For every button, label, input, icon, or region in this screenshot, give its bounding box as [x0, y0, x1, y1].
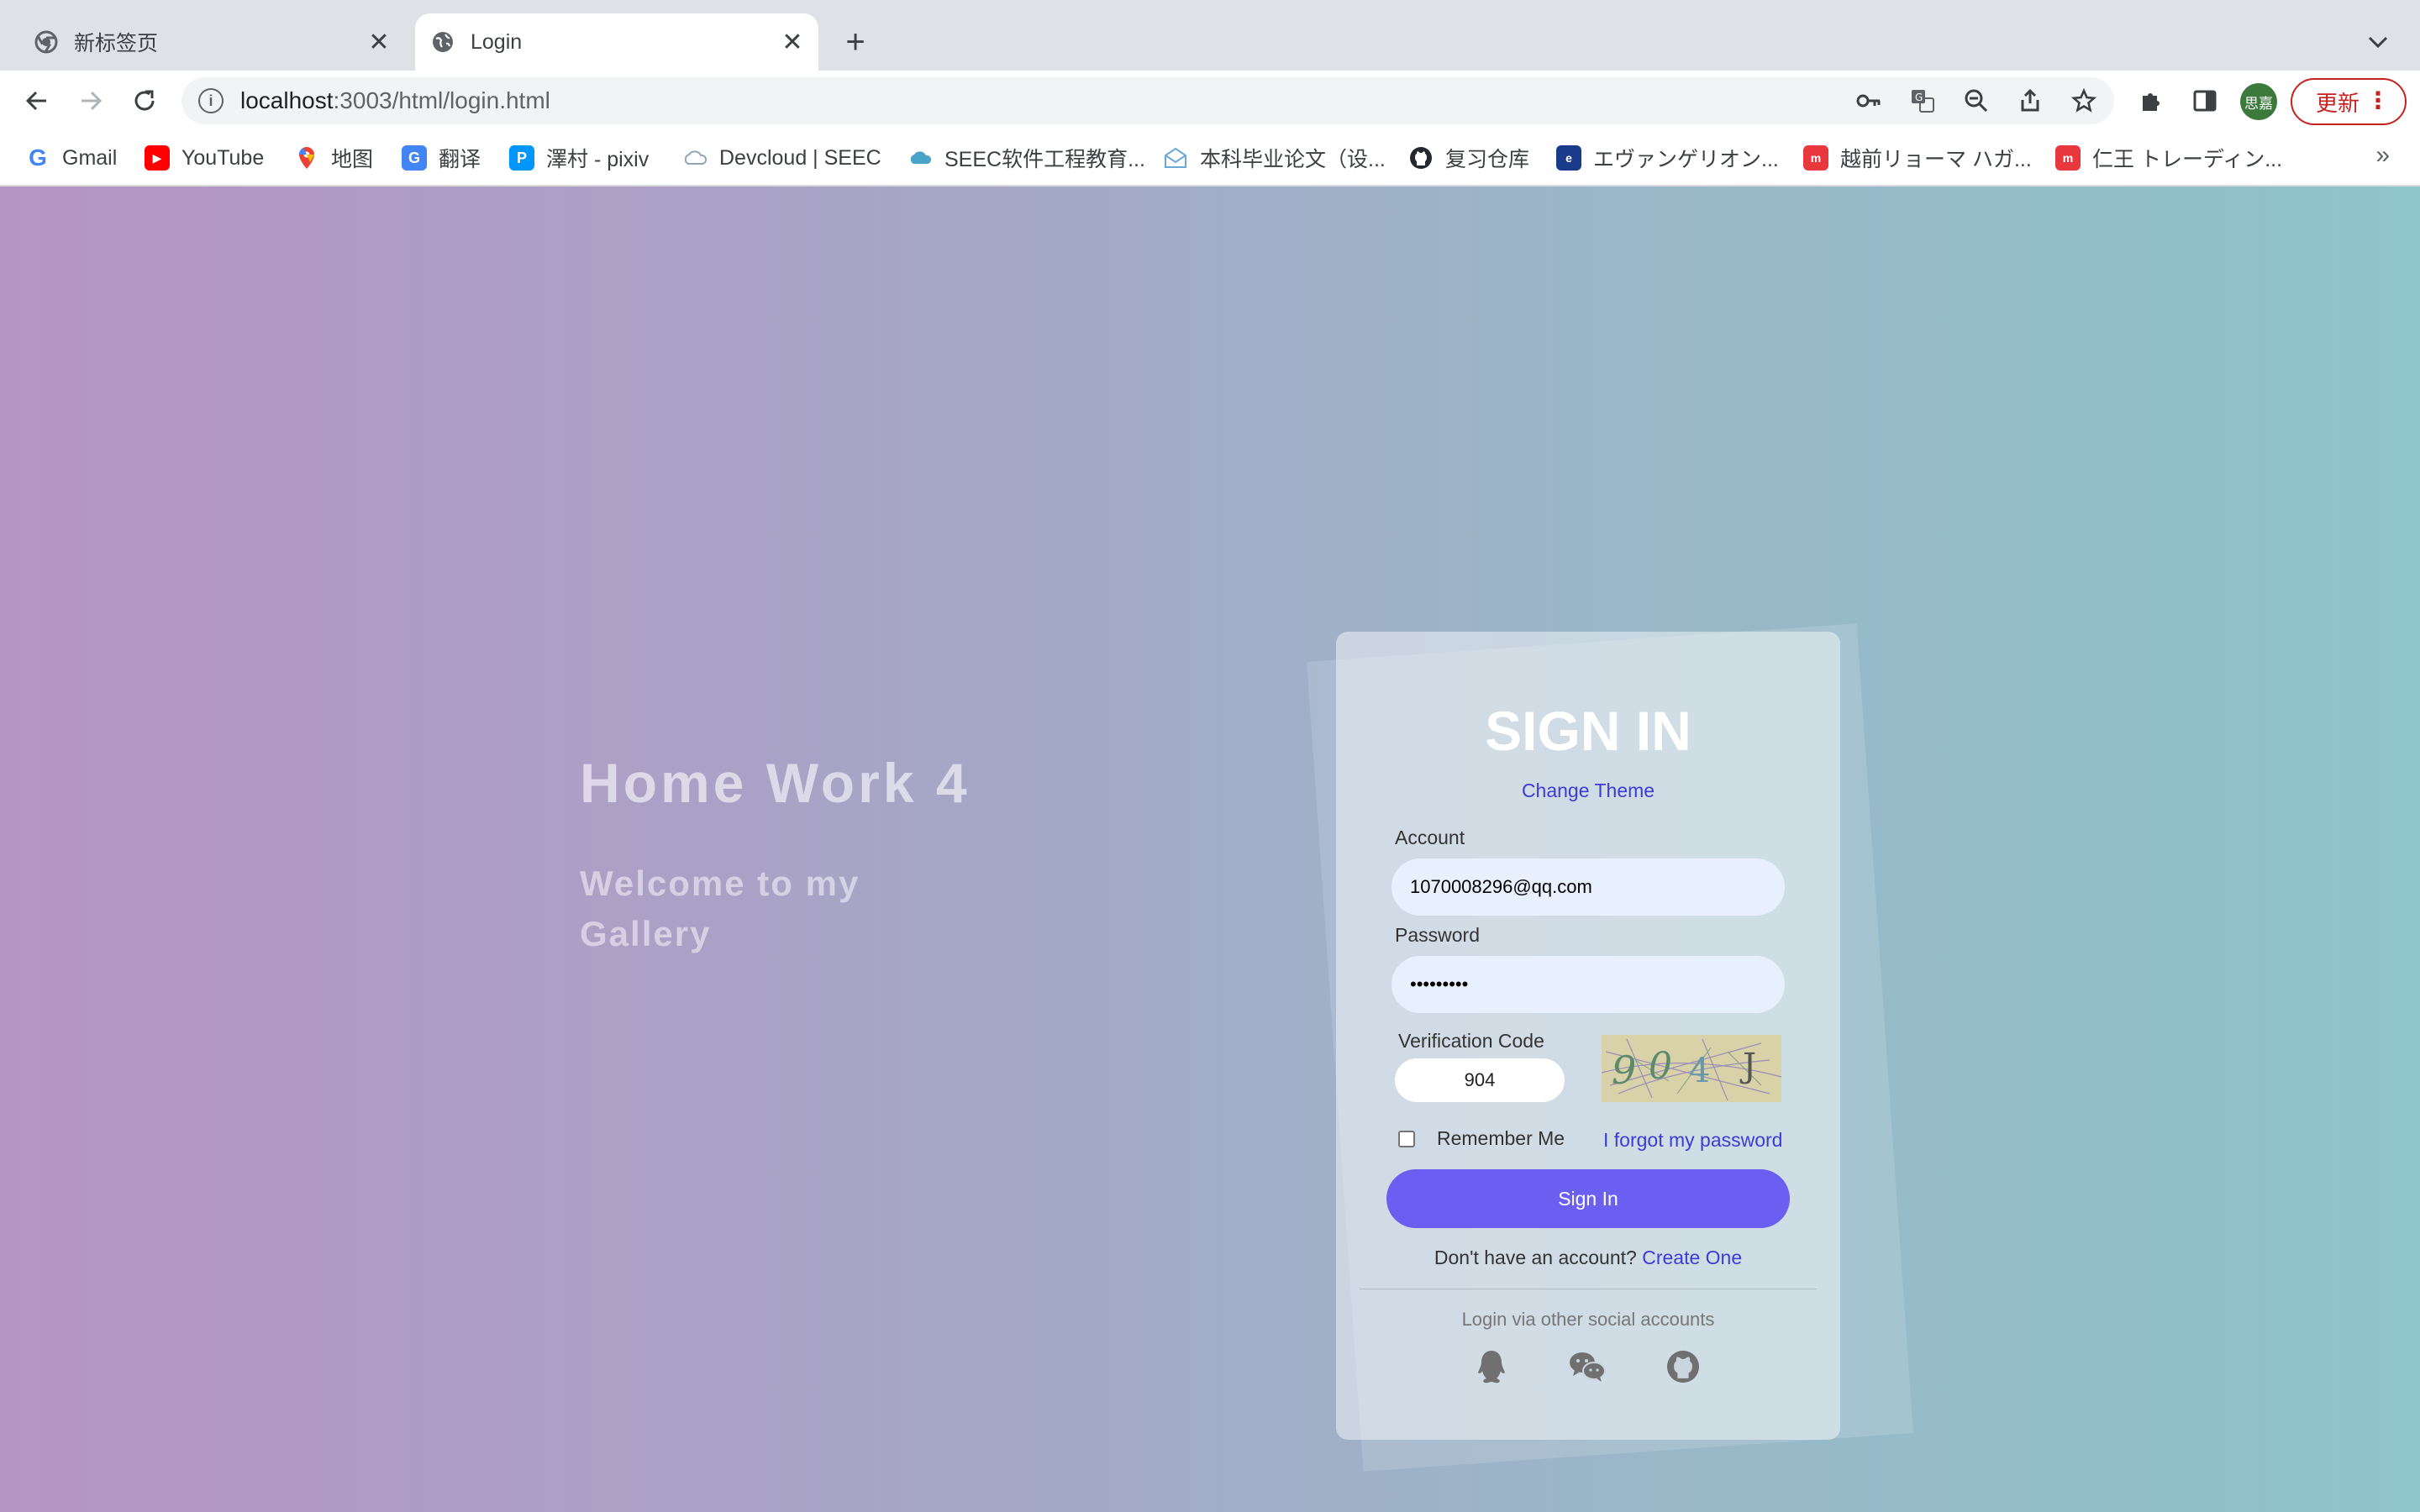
- forward-icon[interactable]: [72, 82, 109, 119]
- verification-code-label: Verification Code: [1398, 1030, 1544, 1052]
- reload-icon[interactable]: [126, 82, 163, 119]
- hero-title: Home Work 4: [580, 752, 971, 814]
- captcha-image[interactable]: 9 0 4 J: [1602, 1035, 1781, 1102]
- close-icon[interactable]: ✕: [778, 28, 807, 56]
- no-account-text: Don't have an account?: [1434, 1247, 1637, 1268]
- bookmarks-overflow-icon[interactable]: »: [2375, 141, 2390, 170]
- star-icon[interactable]: [2065, 82, 2102, 119]
- new-tab-button[interactable]: +: [837, 24, 874, 60]
- close-icon[interactable]: ✕: [365, 28, 393, 56]
- account-label: Account: [1395, 827, 1465, 848]
- shop-icon: m: [2055, 145, 2081, 171]
- svg-text:G: G: [1915, 92, 1923, 103]
- wechat-icon[interactable]: [1568, 1347, 1607, 1386]
- globe-icon: [430, 29, 455, 55]
- browser-toolbar: i localhost:3003/html/login.html G 思嘉 更新…: [0, 71, 2420, 131]
- google-icon: G: [29, 144, 47, 171]
- svg-text:4: 4: [1689, 1052, 1710, 1090]
- qq-icon[interactable]: [1472, 1347, 1511, 1386]
- shop-icon: m: [1803, 145, 1828, 171]
- url-text: localhost:3003/html/login.html: [240, 87, 550, 113]
- signup-prompt: Don't have an account? Create One: [1336, 1247, 1840, 1269]
- mail-icon: [1163, 145, 1188, 171]
- translate-icon[interactable]: G: [1904, 82, 1941, 119]
- share-icon[interactable]: [2012, 82, 2049, 119]
- bookmark-pixiv[interactable]: P 澤村 - pixiv: [509, 141, 649, 175]
- avatar[interactable]: 思嘉: [2240, 83, 2277, 120]
- tab-title: 新标签页: [74, 32, 159, 55]
- github-icon: [1408, 145, 1434, 171]
- zoom-out-icon[interactable]: [1958, 82, 1995, 119]
- bookmark-thesis[interactable]: 本科毕业论文（设...: [1163, 141, 1386, 175]
- bookmark-devcloud[interactable]: Devcloud | SEEC: [682, 141, 881, 175]
- extensions-icon[interactable]: [2133, 82, 2170, 119]
- bookmark-review-repo[interactable]: 复习仓库: [1408, 141, 1529, 175]
- social-login-title: Login via other social accounts: [1461, 1309, 1715, 1330]
- tab-login[interactable]: Login ✕: [415, 13, 818, 71]
- account-input[interactable]: 1070008296@qq.com: [1392, 858, 1785, 916]
- bookmarks-bar: G Gmail ▶ YouTube 地图 G 翻译 P 澤村 - pixiv D…: [0, 131, 2420, 186]
- back-icon[interactable]: [18, 82, 55, 119]
- pixiv-icon: P: [509, 145, 534, 171]
- create-account-link[interactable]: Create One: [1642, 1247, 1742, 1268]
- remember-checkbox[interactable]: [1398, 1130, 1415, 1147]
- github-icon[interactable]: [1664, 1347, 1702, 1386]
- bookmark-youtube[interactable]: ▶ YouTube: [145, 141, 264, 175]
- bookmark-gmail[interactable]: G Gmail: [25, 141, 117, 175]
- sign-in-button[interactable]: Sign In: [1386, 1169, 1790, 1228]
- bookmark-seec[interactable]: SEEC软件工程教育...: [908, 141, 1145, 175]
- change-theme-link[interactable]: Change Theme: [1336, 780, 1840, 802]
- remember-me[interactable]: Remember Me: [1398, 1127, 1565, 1150]
- maps-icon: [294, 145, 319, 171]
- bookmark-ryoma[interactable]: m 越前リョーマ ハガ...: [1803, 141, 2032, 175]
- bookmark-translate[interactable]: G 翻译: [402, 141, 481, 175]
- tab-strip: 新标签页 ✕ Login ✕ +: [0, 0, 2420, 71]
- key-icon[interactable]: [1850, 82, 1887, 119]
- update-label: 更新: [2316, 90, 2360, 116]
- site-icon: e: [1556, 145, 1581, 171]
- chrome-icon: [34, 29, 59, 55]
- svg-text:9: 9: [1612, 1047, 1636, 1093]
- info-icon[interactable]: i: [198, 88, 224, 113]
- address-bar[interactable]: i localhost:3003/html/login.html: [182, 77, 2114, 124]
- bookmark-evangelion[interactable]: e エヴァンゲリオン...: [1556, 141, 1779, 175]
- password-label: Password: [1395, 924, 1480, 946]
- update-button[interactable]: 更新 ⋮: [2291, 78, 2407, 125]
- login-page: Home Work 4 Welcome to my Gallery SIGN I…: [0, 186, 2420, 1512]
- cloud-icon: [908, 145, 933, 171]
- bookmark-niou[interactable]: m 仁王 トレーディン...: [2055, 141, 2282, 175]
- hero-subtitle: Welcome to my Gallery: [580, 864, 860, 953]
- chevron-down-icon[interactable]: [2361, 25, 2395, 59]
- cloud-icon: [682, 145, 708, 171]
- remember-label: Remember Me: [1437, 1127, 1565, 1149]
- svg-text:0: 0: [1649, 1045, 1672, 1088]
- tab-new-tab[interactable]: 新标签页 ✕: [18, 13, 405, 71]
- forgot-password-link[interactable]: I forgot my password: [1603, 1129, 1782, 1152]
- tab-title: Login: [471, 29, 523, 54]
- signin-title: SIGN IN: [1485, 700, 1691, 762]
- translate-icon: G: [402, 145, 427, 171]
- password-input[interactable]: •••••••••: [1392, 956, 1785, 1013]
- login-card: SIGN IN Change Theme Account 1070008296@…: [1336, 632, 1840, 1440]
- bookmark-maps[interactable]: 地图: [294, 141, 373, 175]
- side-panel-icon[interactable]: [2186, 82, 2223, 119]
- youtube-icon: ▶: [145, 145, 170, 171]
- verification-code-input[interactable]: 904: [1395, 1058, 1565, 1102]
- more-vert-icon: ⋮: [2366, 87, 2390, 113]
